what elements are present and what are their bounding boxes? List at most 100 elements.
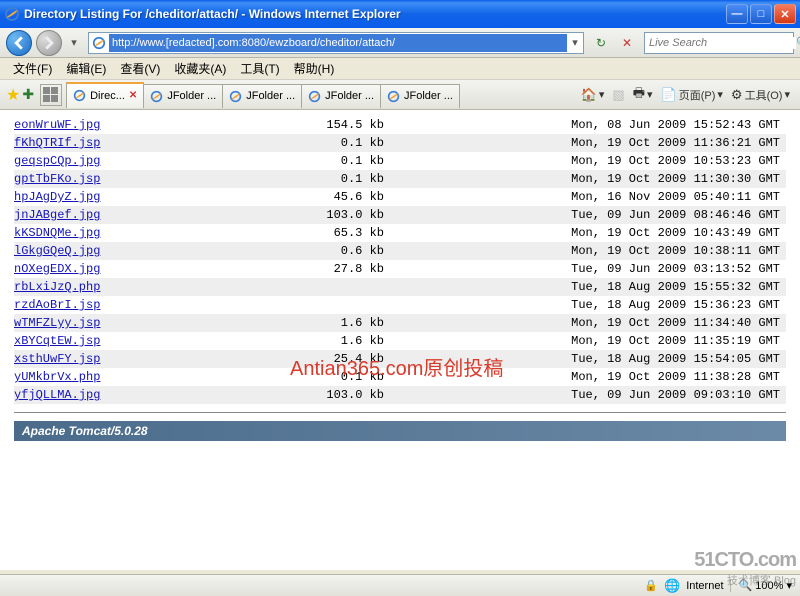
close-button[interactable]: ✕ [774,4,796,24]
file-date-cell: Tue, 18 Aug 2009 15:36:23 GMT [384,298,786,312]
address-dropdown[interactable]: ▾ [567,36,583,49]
print-button[interactable]: 🖶▾ [633,84,653,106]
file-row: fKhQTRIf.jsp0.1 kbMon, 19 Oct 2009 11:36… [14,134,786,152]
file-row: nOXegEDX.jpg27.8 kbTue, 09 Jun 2009 03:1… [14,260,786,278]
maximize-button[interactable]: □ [750,4,772,24]
security-zone-label[interactable]: Internet [686,580,723,592]
tab[interactable]: Direc... ✕ [66,82,144,108]
home-button[interactable]: 🏠▾ [581,87,605,103]
nav-history-dropdown[interactable]: ▾ [66,36,82,49]
add-favorite-icon[interactable]: ✚ [22,86,34,103]
file-date-cell: Tue, 09 Jun 2009 09:03:10 GMT [384,388,786,402]
file-link[interactable]: hpJAgDyZ.jpg [14,190,100,204]
file-date-cell: Mon, 19 Oct 2009 10:43:49 GMT [384,226,786,240]
nav-icons: ↻ ✕ [590,32,638,54]
file-date-cell: Mon, 19 Oct 2009 11:36:21 GMT [384,136,786,150]
ie-tab-icon [308,90,321,103]
file-row: xBYCqtEW.jsp1.6 kbMon, 19 Oct 2009 11:35… [14,332,786,350]
menu-help[interactable]: 帮助(H) [287,58,342,79]
server-signature: Apache Tomcat/5.0.28 [14,421,786,441]
file-name-cell: rzdAoBrI.jsp [14,298,274,312]
file-link[interactable]: lGkgGQeQ.jpg [14,244,100,258]
file-link[interactable]: nOXegEDX.jpg [14,262,100,276]
file-name-cell: nOXegEDX.jpg [14,262,274,276]
feed-button[interactable]: ▧ [612,87,624,103]
file-date-cell: Mon, 19 Oct 2009 11:35:19 GMT [384,334,786,348]
address-bar[interactable]: ▾ [88,32,584,54]
file-size-cell: 0.6 kb [274,244,384,258]
file-size-cell: 45.6 kb [274,190,384,204]
status-bar: 🔒 🌐 Internet 🔍 100% ▾ [0,574,800,596]
file-date-cell: Tue, 18 Aug 2009 15:55:32 GMT [384,280,786,294]
file-link[interactable]: eonWruWF.jpg [14,118,100,132]
file-row: wTMFZLyy.jsp 1.6 kbMon, 19 Oct 2009 11:34… [14,314,786,332]
file-link[interactable]: gptTbFKo.jsp [14,172,100,186]
menu-tools[interactable]: 工具(T) [233,58,286,79]
file-date-cell: Mon, 19 Oct 2009 10:53:23 GMT [384,154,786,168]
file-size-cell [274,298,384,312]
quick-tabs-button[interactable] [40,84,62,106]
ie-tab-icon [387,90,400,103]
menu-file[interactable]: 文件(F) [6,58,59,79]
file-name-cell: xBYCqtEW.jsp [14,334,274,348]
tab-label: JFolder ... [325,90,374,102]
file-date-cell: Tue, 09 Jun 2009 08:46:46 GMT [384,208,786,222]
file-name-cell: kKSDNQMe.jpg [14,226,274,240]
refresh-button[interactable]: ↻ [590,32,612,54]
ie-icon [4,6,20,22]
minimize-button[interactable]: — [726,4,748,24]
file-name-cell: yUMkbrVx.php [14,370,274,384]
file-date-cell: Mon, 19 Oct 2009 11:34:40 GMT [384,316,786,330]
file-size-cell: 0.1 kb [274,172,384,186]
tools-menu[interactable]: ⚙工具(O)▾ [731,87,790,103]
file-link[interactable]: geqspCQp.jpg [14,154,100,168]
ie-tab-icon [73,89,86,102]
tab[interactable]: JFolder ... [301,84,381,108]
stop-button[interactable]: ✕ [616,32,638,54]
file-link[interactable]: yUMkbrVx.php [14,370,100,384]
file-name-cell: eonWruWF.jpg [14,118,274,132]
search-input[interactable] [645,37,796,49]
file-name-cell: geqspCQp.jpg [14,154,274,168]
ie-tab-icon [229,90,242,103]
tab-close-icon[interactable]: ✕ [129,90,137,101]
file-size-cell: 27.8 kb [274,262,384,276]
file-row: eonWruWF.jpg154.5 kbMon, 08 Jun 2009 15:… [14,116,786,134]
favorites-star-icon[interactable]: ★ [6,85,20,105]
tab[interactable]: JFolder ... [222,84,302,108]
tab[interactable]: JFolder ... [380,84,460,108]
file-link[interactable]: xsthUwFY.jsp [14,352,100,366]
search-icon[interactable]: 🔍 [796,36,800,49]
tab-toolbar: ★ ✚ Direc... ✕ JFolder ... JFolder ... JFold… [0,80,800,110]
file-link[interactable]: yfjQLLMA.jpg [14,388,100,402]
search-box[interactable]: 🔍 [644,32,794,54]
file-row: lGkgGQeQ.jpg0.6 kbMon, 19 Oct 2009 10:38… [14,242,786,260]
file-link[interactable]: xBYCqtEW.jsp [14,334,100,348]
forward-button[interactable] [36,30,62,56]
file-link[interactable]: kKSDNQMe.jpg [14,226,100,240]
menu-view[interactable]: 查看(V) [113,58,167,79]
file-row: rzdAoBrI.jsp Tue, 18 Aug 2009 15:36:23 GM… [14,296,786,314]
tab[interactable]: JFolder ... [143,84,223,108]
menu-edit[interactable]: 编辑(E) [59,58,113,79]
zoom-control[interactable]: 🔍 100% ▾ [730,579,792,592]
file-date-cell: Tue, 18 Aug 2009 15:54:05 GMT [384,352,786,366]
title-bar: Directory Listing For /cheditor/attach/ … [0,0,800,28]
page-menu[interactable]: 📄页面(P)▾ [661,87,723,103]
tab-label: JFolder ... [167,90,216,102]
file-row: rbLxiJzQ.php Tue, 18 Aug 2009 15:55:32 GM… [14,278,786,296]
file-link[interactable]: fKhQTRIf.jsp [14,136,100,150]
tab-label: Direc... [90,90,125,102]
file-size-cell: 1.6 kb [274,316,384,330]
file-link[interactable]: jnJABgef.jpg [14,208,100,222]
file-link[interactable]: wTMFZLyy.jsp [14,316,100,330]
nav-bar: ▾ ▾ ↻ ✕ 🔍 [0,28,800,58]
file-link[interactable]: rbLxiJzQ.php [14,280,100,294]
file-link[interactable]: rzdAoBrI.jsp [14,298,100,312]
file-size-cell: 103.0 kb [274,388,384,402]
back-button[interactable] [6,30,32,56]
address-input[interactable] [109,34,567,52]
menu-favorites[interactable]: 收藏夹(A) [167,58,233,79]
file-name-cell: hpJAgDyZ.jpg [14,190,274,204]
security-lock-icon[interactable]: 🔒 [644,579,658,592]
